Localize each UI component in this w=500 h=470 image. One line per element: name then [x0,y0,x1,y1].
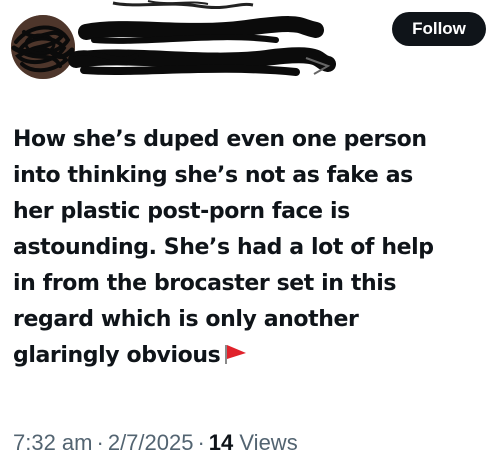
follow-button[interactable]: Follow [392,12,486,46]
meta-separator: · [197,430,205,455]
post-text-line: her plastic post-porn face is [13,199,350,224]
meta-separator: · [96,430,104,455]
post-text-line: into thinking she’s not as fake as [13,163,413,188]
views-count[interactable]: 14 [209,430,233,455]
post-header: Follow [0,0,500,95]
post-text-line: in from the brocaster set in this [13,271,397,296]
post-text-line: astounding. She’s had a lot of help [13,235,434,260]
post-text-line: regard which is only another [13,307,359,332]
post-text: How she’s duped even one person into thin… [13,122,495,374]
post-text-line: How she’s duped even one person [13,127,427,152]
post-date[interactable]: 2/7/2025 [108,430,194,455]
name-handle-redaction [68,16,336,76]
post-meta: 7:32 am · 2/7/2025 · 14 Views [13,428,298,458]
views-label: Views [239,430,298,455]
post-text-line: glaringly obvious [13,343,221,368]
red-flag-icon [225,345,247,364]
post-time[interactable]: 7:32 am [13,430,93,455]
post-detail: Follow How she’s duped even one person in… [0,0,500,470]
